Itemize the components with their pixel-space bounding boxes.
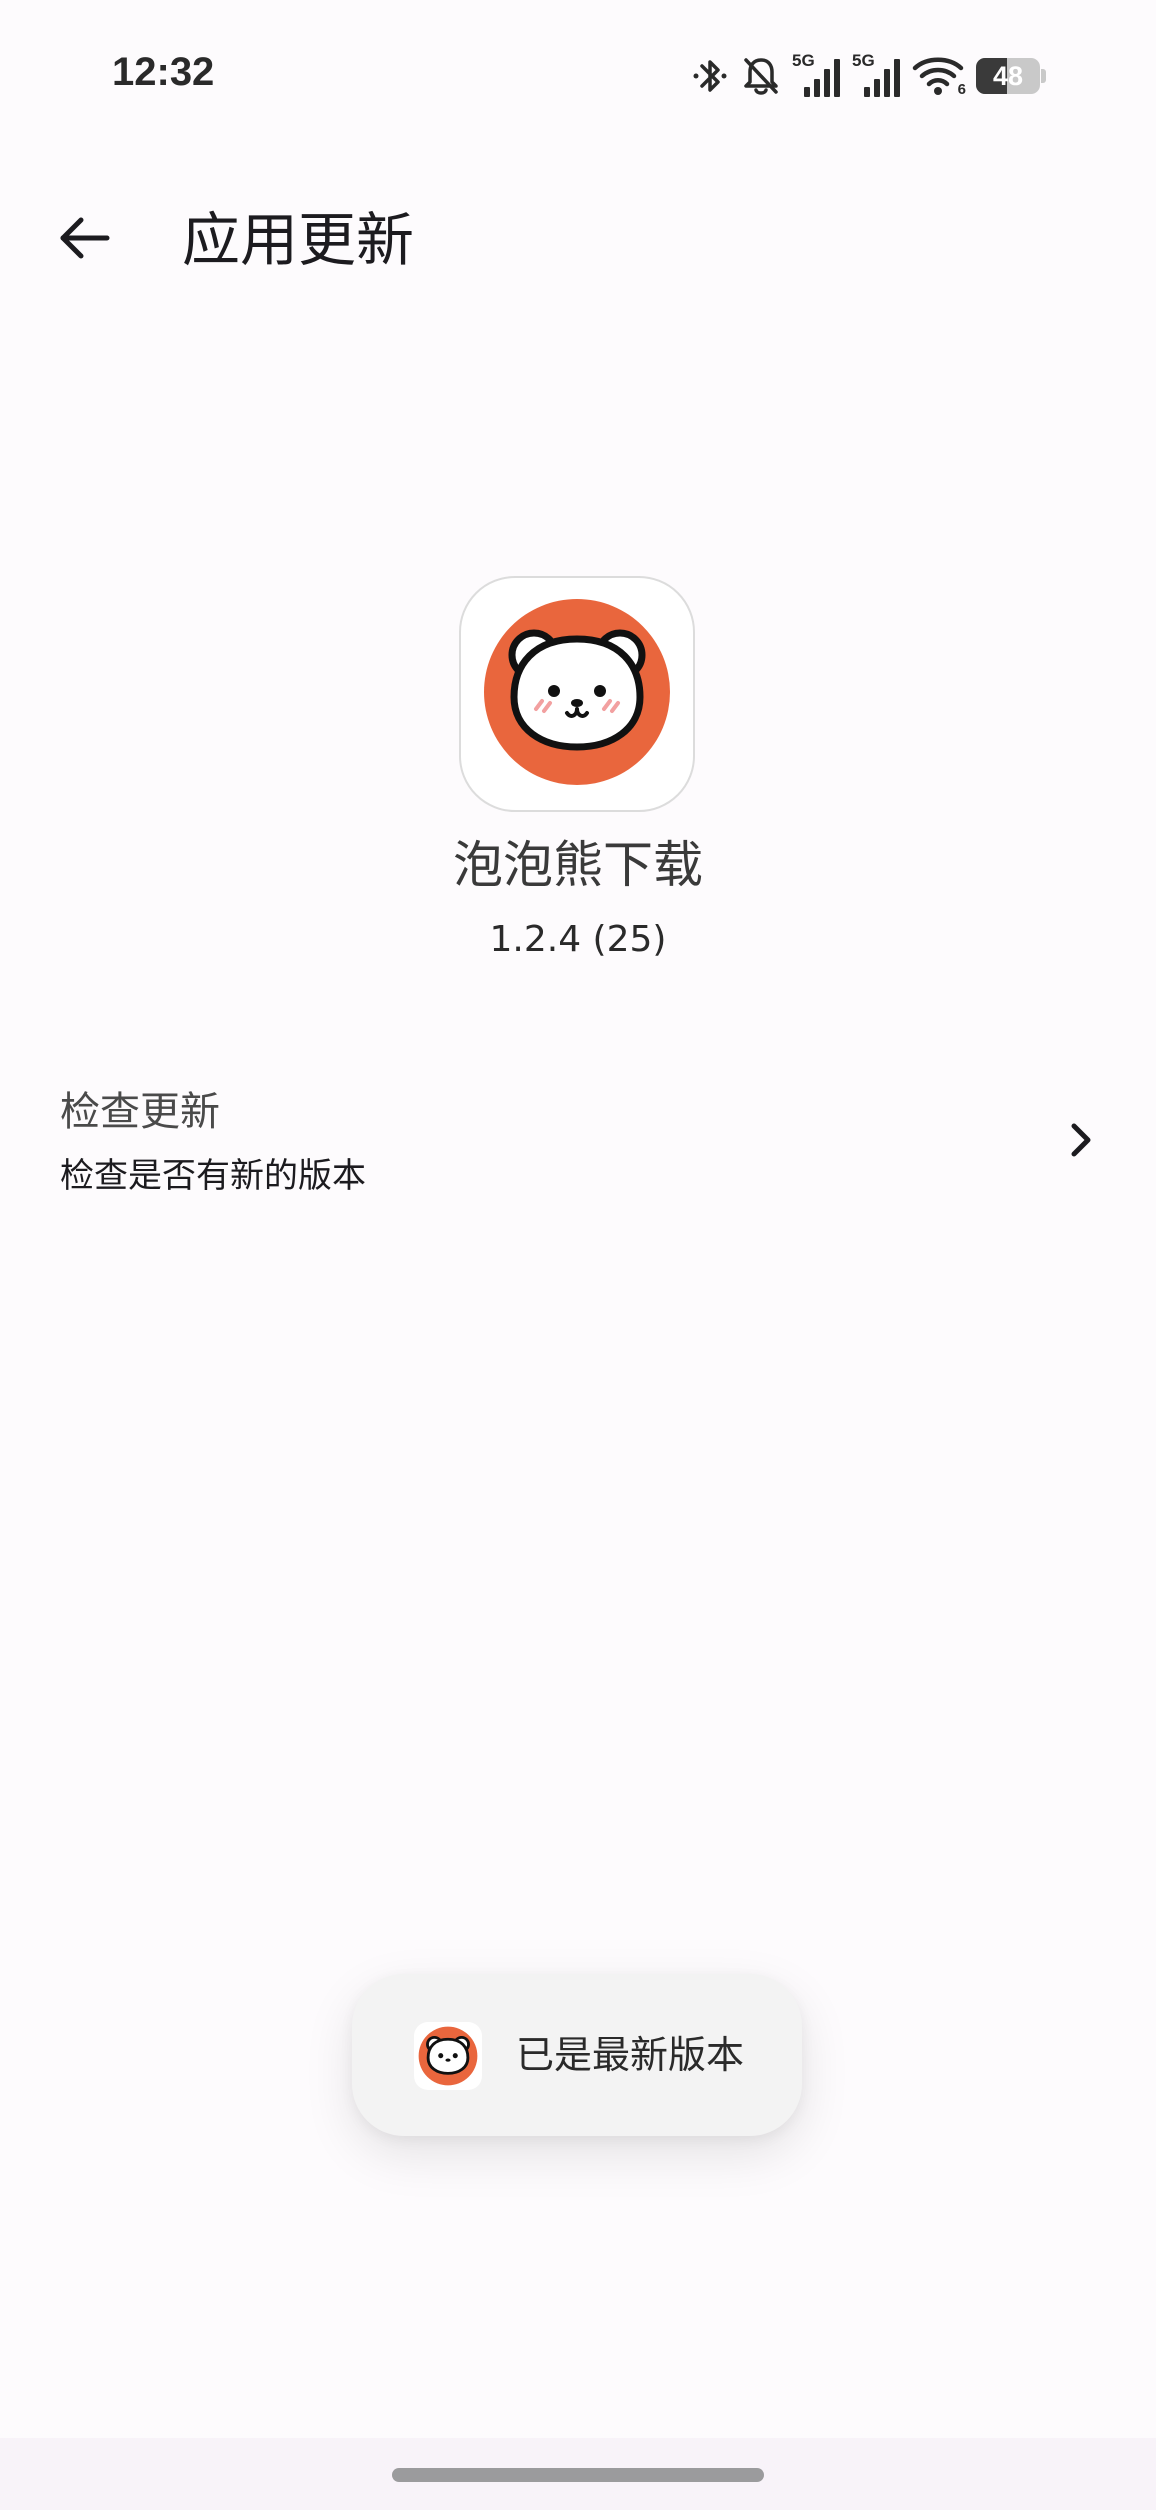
app-name: 泡泡熊下载: [453, 836, 703, 894]
wifi-6-icon: 6: [912, 54, 966, 98]
top-app-bar: 应用更新: [0, 180, 1156, 300]
status-bar: 12:32 5G 5G 6 48: [0, 0, 1156, 150]
status-time: 12:32: [112, 50, 215, 94]
page-title: 应用更新: [182, 206, 415, 274]
check-update-row[interactable]: 检查更新 检查是否有新的版本: [0, 1070, 1156, 1220]
signal-5g-icon: 5G: [852, 51, 902, 101]
battery-level: 48: [992, 61, 1024, 91]
battery-icon: 48: [976, 58, 1046, 94]
toast: 已是最新版本: [352, 1974, 802, 2136]
wifi-standard-label: 6: [957, 81, 966, 98]
arrow-left-icon: [57, 214, 113, 266]
app-version: 1.2.4 (25): [489, 919, 667, 960]
bear-face-icon: [414, 2022, 482, 2090]
app-icon: [459, 576, 695, 812]
toast-message: 已是最新版本: [516, 2033, 745, 2077]
check-update-subtitle: 检查是否有新的版本: [60, 1156, 366, 1196]
bluetooth-icon: [690, 54, 730, 98]
bear-face-icon: [482, 597, 672, 791]
signal-5g-icon: 5G: [792, 51, 842, 101]
home-indicator[interactable]: [392, 2468, 764, 2482]
chevron-right-icon: [1060, 1120, 1100, 1160]
status-icons: 5G 5G 6 48: [690, 46, 1046, 106]
check-update-title: 检查更新: [60, 1089, 220, 1135]
back-button[interactable]: [40, 200, 130, 280]
navigation-bar: [0, 2438, 1156, 2510]
bell-off-icon: [740, 54, 782, 98]
